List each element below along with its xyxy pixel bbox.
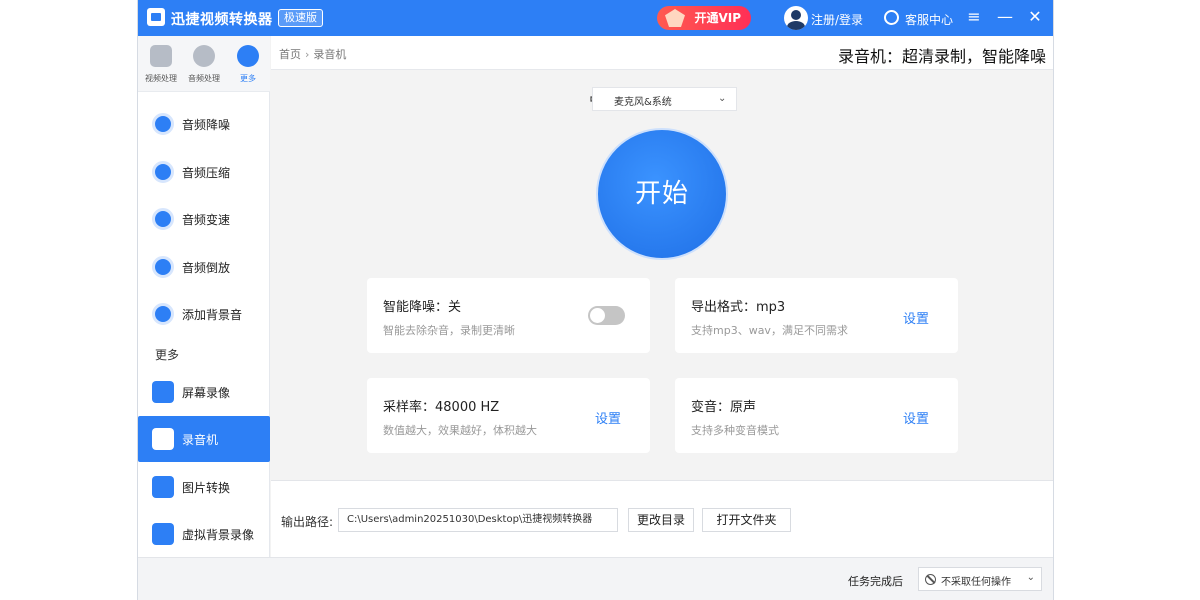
- vip-crown-icon: [665, 9, 685, 27]
- vip-label: 开通VIP: [694, 11, 741, 25]
- virtual-bg-icon: [152, 523, 174, 545]
- start-record-button[interactable]: 开始: [596, 128, 728, 260]
- format-title: 导出格式：mp3: [691, 300, 786, 315]
- sidebar-item-screen-record[interactable]: 屏幕录像: [138, 369, 270, 415]
- sidebar-item-recorder[interactable]: 录音机: [138, 416, 270, 462]
- page-title: 录音机：超清录制，智能降噪: [837, 47, 1046, 66]
- sidebar-section-more: 更多: [155, 348, 180, 362]
- status-bar: 任务完成后 不采取任何操作 ⌄: [138, 557, 1053, 600]
- tab-audio-processing[interactable]: 音频处理: [184, 45, 224, 89]
- chevron-down-icon: ⌄: [1026, 572, 1035, 583]
- sidebar-item-virtual-bg[interactable]: 虚拟背景录像: [138, 511, 270, 557]
- breadcrumb-home[interactable]: 首页: [279, 48, 301, 61]
- screen-record-icon: [152, 381, 174, 403]
- app-window: 迅捷视频转换器 极速版 开通VIP 注册/登录 客服中心 ≡ — ✕ 视频处理 …: [137, 0, 1054, 600]
- after-task-label: 任务完成后: [848, 575, 903, 588]
- breadcrumb: 首页 › 录音机: [279, 46, 346, 62]
- sidebar-item-audio-denoise[interactable]: 音频降噪: [138, 101, 270, 147]
- voice-change-desc: 支持多种变音模式: [691, 424, 779, 437]
- voice-change-card: 变音：原声 支持多种变音模式 设置: [675, 378, 958, 453]
- add-bgm-icon: [152, 303, 174, 325]
- after-task-select[interactable]: 不采取任何操作 ⌄: [918, 567, 1042, 591]
- audio-compress-icon: [152, 161, 174, 183]
- audio-disc-icon: [193, 45, 215, 67]
- voice-change-title: 变音：原声: [691, 400, 757, 415]
- samplerate-card: 采样率：48000 HZ 数值越大，效果越好，体积越大 设置: [367, 378, 650, 453]
- ban-icon: [925, 574, 936, 585]
- output-path-label: 输出路径:: [281, 515, 334, 529]
- film-icon: [150, 45, 172, 67]
- title-bar: 迅捷视频转换器 极速版 开通VIP 注册/登录 客服中心 ≡ — ✕: [138, 0, 1053, 36]
- sidebar-item-add-bgm[interactable]: 添加背景音: [138, 291, 270, 337]
- change-directory-button[interactable]: 更改目录: [628, 508, 694, 532]
- open-folder-button[interactable]: 打开文件夹: [702, 508, 791, 532]
- tab-video-processing[interactable]: 视频处理: [141, 45, 181, 89]
- samplerate-desc: 数值越大，效果越好，体积越大: [383, 424, 537, 437]
- more-dots-icon: [237, 45, 259, 67]
- sidebar-item-audio-speed[interactable]: 音频变速: [138, 196, 270, 242]
- sidebar: 视频处理 音频处理 更多 音频降噪 音频压缩 音频变速 音频倒放 添加背景音 更…: [138, 36, 270, 557]
- page-header: 首页 › 录音机 录音机：超清录制，智能降噪: [271, 36, 1053, 70]
- format-desc: 支持mp3、wav，满足不同需求: [691, 324, 848, 337]
- format-card: 导出格式：mp3 支持mp3、wav，满足不同需求 设置: [675, 278, 958, 353]
- app-title: 迅捷视频转换器: [171, 12, 273, 28]
- chevron-down-icon: ⌄: [718, 93, 727, 104]
- audio-source-value: 麦克风&系统: [614, 97, 672, 108]
- breadcrumb-current: 录音机: [313, 48, 347, 61]
- login-link[interactable]: 注册/登录: [811, 11, 863, 28]
- sidebar-item-image-convert[interactable]: 图片转换: [138, 464, 270, 510]
- minimize-icon[interactable]: —: [996, 8, 1014, 26]
- output-path-field[interactable]: C:\Users\admin20251030\Desktop\迅捷视频转换器: [338, 508, 618, 532]
- voice-change-settings-button[interactable]: 设置: [903, 408, 929, 427]
- denoise-title: 智能降噪：关: [383, 300, 462, 315]
- open-vip-button[interactable]: 开通VIP: [657, 6, 751, 30]
- app-logo-icon: [147, 8, 165, 26]
- output-bar: 输出路径: C:\Users\admin20251030\Desktop\迅捷视…: [271, 480, 1053, 557]
- category-tabs: 视频处理 音频处理 更多: [138, 36, 270, 92]
- recorder-icon: [152, 428, 174, 450]
- samplerate-title: 采样率：48000 HZ: [383, 400, 500, 415]
- close-icon[interactable]: ✕: [1026, 8, 1044, 26]
- denoise-desc: 智能去除杂音，录制更清晰: [383, 324, 515, 337]
- sidebar-item-audio-reverse[interactable]: 音频倒放: [138, 244, 270, 290]
- format-settings-button[interactable]: 设置: [903, 308, 929, 327]
- menu-icon[interactable]: ≡: [965, 8, 983, 26]
- audio-reverse-icon: [152, 256, 174, 278]
- breadcrumb-separator: ›: [305, 48, 310, 61]
- after-task-value: 不采取任何操作: [941, 577, 1011, 588]
- image-convert-icon: [152, 476, 174, 498]
- samplerate-settings-button[interactable]: 设置: [595, 408, 621, 427]
- denoise-card: 智能降噪：关 智能去除杂音，录制更清晰: [367, 278, 650, 353]
- tab-more[interactable]: 更多: [228, 45, 268, 89]
- audio-speed-icon: [152, 208, 174, 230]
- edition-badge: 极速版: [278, 9, 323, 27]
- customer-service-icon[interactable]: [884, 10, 899, 25]
- customer-service-link[interactable]: 客服中心: [905, 11, 953, 28]
- user-avatar-icon[interactable]: [784, 6, 808, 30]
- denoise-toggle[interactable]: [588, 306, 625, 325]
- audio-denoise-icon: [152, 113, 174, 135]
- sidebar-item-audio-compress[interactable]: 音频压缩: [138, 149, 270, 195]
